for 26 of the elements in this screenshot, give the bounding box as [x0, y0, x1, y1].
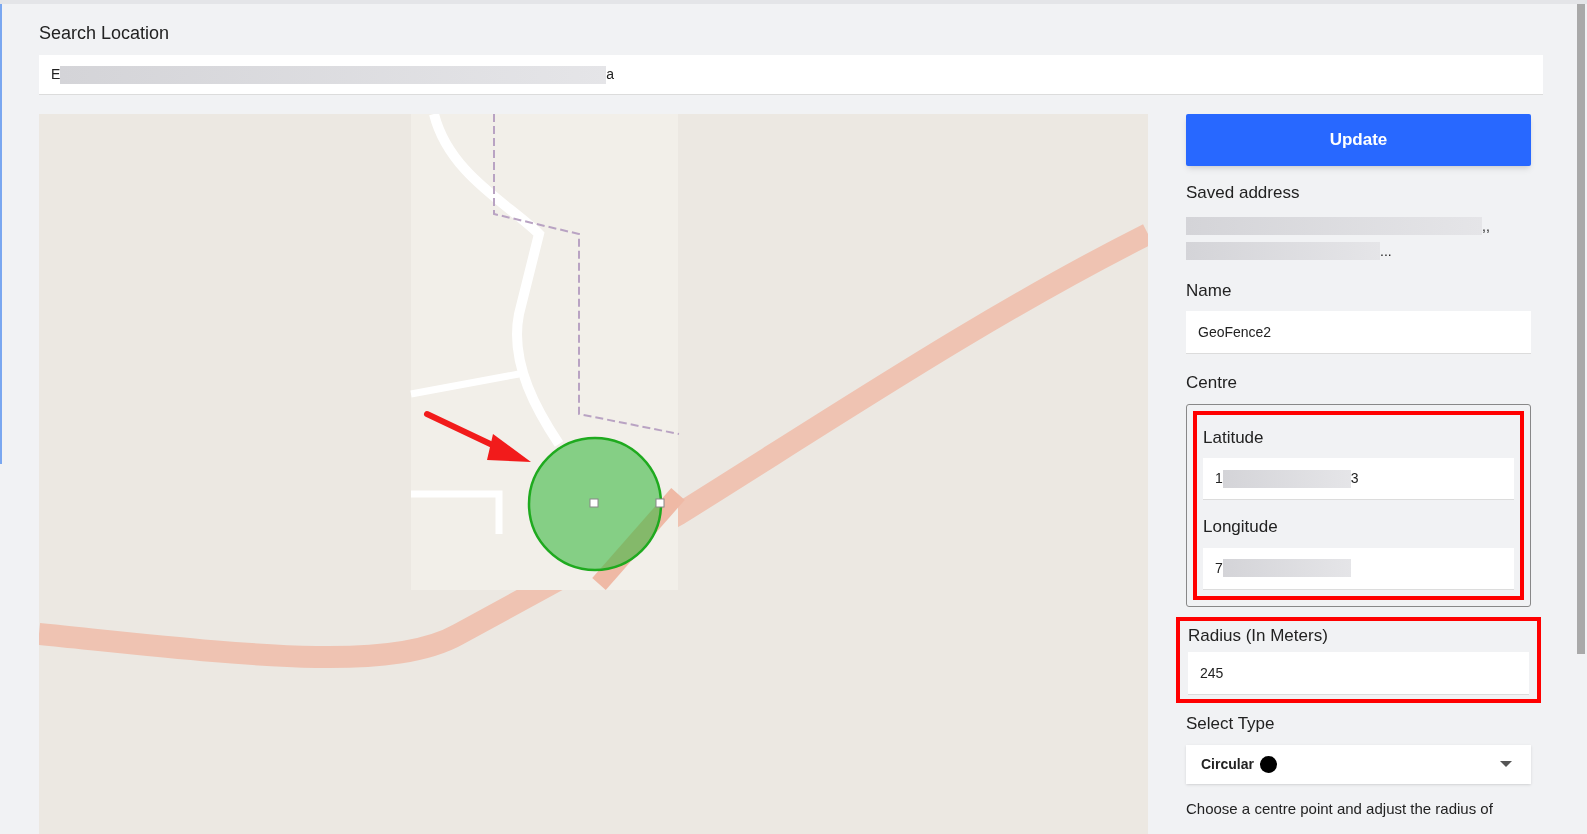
- field-value-start: 1: [1215, 469, 1223, 488]
- name-field[interactable]: GeoFence2: [1186, 311, 1531, 354]
- field-label: Centre: [1186, 372, 1239, 394]
- caret-icon: [1500, 761, 1512, 767]
- input-field[interactable]: 1 3: [1203, 458, 1514, 500]
- field-label: Radius (In Meters): [1188, 624, 1329, 647]
- field-label: Name: [1186, 279, 1233, 302]
- geofence-circle-drawing[interactable]: [526, 435, 666, 573]
- radius-field[interactable]: 245: [1188, 652, 1529, 695]
- field-value-end: a: [606, 65, 615, 84]
- address-text-end: ,,: [1482, 216, 1490, 236]
- field-label: Longitude: [1203, 516, 1279, 538]
- help-text: Choose a centre point and adjust the radius of: [1186, 798, 1494, 819]
- field-value-start: 7: [1215, 558, 1223, 578]
- field-label: Latitude: [1203, 426, 1265, 449]
- address-text-end: ...: [1380, 241, 1392, 261]
- field-label: Saved address: [1186, 182, 1301, 204]
- type-dropdown[interactable]: Circular: [1186, 744, 1531, 784]
- field-label: Select Type: [1186, 713, 1276, 735]
- field-value-end: 3: [1350, 469, 1359, 488]
- search-field[interactable]: E a: [39, 55, 1543, 95]
- input-field[interactable]: 7: [1203, 547, 1514, 590]
- section-label: Search Location: [39, 22, 171, 45]
- update-button[interactable]: Update: [1186, 114, 1531, 166]
- field-value-start: E: [51, 65, 61, 84]
- scrollbar-thumb[interactable]: [1577, 4, 1585, 654]
